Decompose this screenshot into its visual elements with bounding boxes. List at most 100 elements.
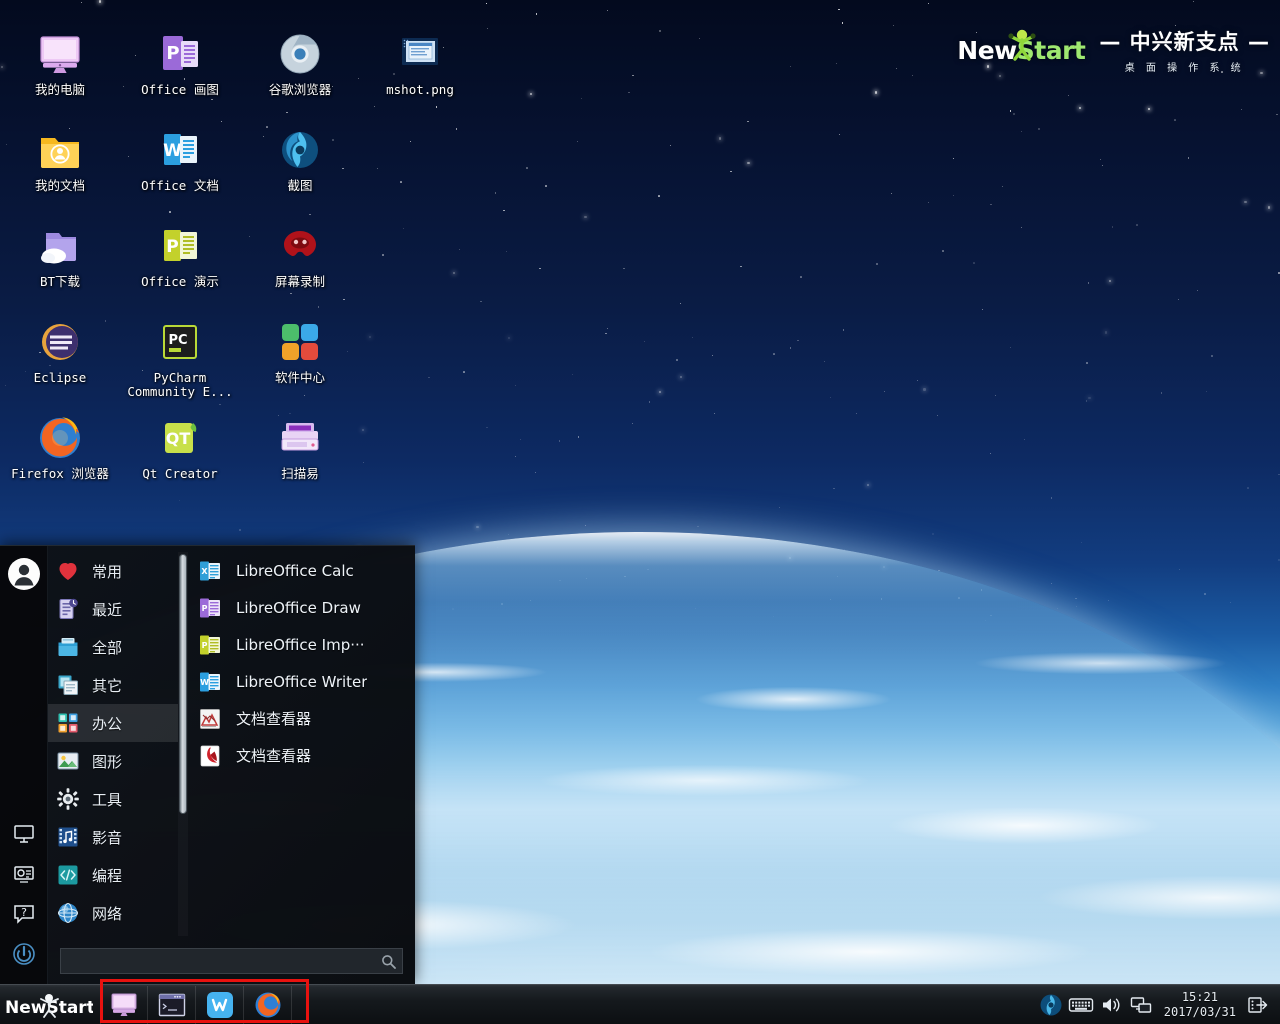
power-icon[interactable]: [6, 936, 42, 972]
app-item-document-viewer[interactable]: 文档查看器: [190, 700, 415, 737]
search-icon[interactable]: [381, 954, 396, 969]
logout-icon[interactable]: [1244, 988, 1272, 1022]
desktop-icon-chrome[interactable]: 谷歌浏览器: [240, 30, 360, 97]
quick-launch-wps[interactable]: [196, 986, 244, 1024]
category-item-other[interactable]: 其它: [48, 666, 178, 704]
star: [459, 249, 460, 250]
desktop-icon-my-computer[interactable]: 我的电脑: [0, 30, 120, 97]
desktop-icon-image-file[interactable]: mshot.png: [360, 30, 480, 97]
quick-launch-terminal[interactable]: [148, 986, 196, 1024]
help-icon[interactable]: ?: [6, 896, 42, 932]
star: [559, 440, 560, 441]
category-item-media[interactable]: 影音: [48, 818, 178, 856]
bt-download-icon: [36, 222, 84, 270]
desktop-icon-office-draw[interactable]: POffice 画图: [120, 30, 240, 97]
svg-text:P: P: [166, 43, 179, 64]
volume-icon[interactable]: [1096, 988, 1126, 1022]
desktop-icon-bt-download[interactable]: BT下载: [0, 222, 120, 289]
star: [1211, 355, 1213, 357]
desktop-icon-scanner[interactable]: 扫描易: [240, 414, 360, 481]
user-avatar-icon[interactable]: [6, 556, 42, 592]
category-item-recent[interactable]: 最近: [48, 590, 178, 628]
desktop-icon-software-center[interactable]: 软件中心: [240, 318, 360, 385]
app-item-pdf-viewer[interactable]: 文档查看器: [190, 737, 415, 774]
my-documents-icon: [36, 126, 84, 174]
desktop-icon-label: PyCharm Community E...: [120, 371, 240, 399]
desktop-icon-label: mshot.png: [360, 83, 480, 97]
star: [836, 63, 837, 64]
network-tray-icon[interactable]: [1126, 988, 1156, 1022]
search-input[interactable]: [69, 954, 381, 968]
desktop-icon-screen-record[interactable]: 屏幕录制: [240, 222, 360, 289]
start-menu[interactable]: ? 常用最近全部其它办公图形工具影音编程网络 XLibreOffice Calc…: [0, 545, 415, 984]
quick-launch-computer[interactable]: [100, 986, 148, 1024]
start-button[interactable]: NewStart: [0, 985, 96, 1024]
star: [876, 263, 878, 265]
star: [577, 141, 578, 142]
star: [773, 353, 775, 355]
office-writer-icon: W: [156, 126, 204, 174]
desktop-icon-eclipse[interactable]: Eclipse: [0, 318, 120, 385]
star: [369, 336, 371, 338]
star: [539, 268, 540, 269]
desktop-icon-qt-creator[interactable]: QTQt Creator: [120, 414, 240, 481]
category-item-heart[interactable]: 常用: [48, 552, 178, 590]
menu-scrollbar[interactable]: [178, 552, 188, 936]
svg-text:W: W: [200, 678, 209, 687]
app-item-libreoffice-calc[interactable]: XLibreOffice Calc: [190, 552, 415, 589]
svg-text:PC: PC: [168, 333, 187, 348]
desktop-icon-my-documents[interactable]: 我的文档: [0, 126, 120, 193]
app-item-libreoffice-impress[interactable]: PLibreOffice Imp···: [190, 626, 415, 663]
office-icon: [56, 711, 80, 735]
screenshot-tray-icon[interactable]: [1036, 988, 1066, 1022]
desktop-icon-screenshot[interactable]: 截图: [240, 126, 360, 193]
category-label: 最近: [92, 599, 122, 620]
start-menu-lists: 常用最近全部其它办公图形工具影音编程网络 XLibreOffice CalcPL…: [48, 546, 415, 944]
star: [797, 340, 799, 342]
category-item-all-apps[interactable]: 全部: [48, 628, 178, 666]
keyboard-icon[interactable]: [1066, 988, 1096, 1022]
scrollbar-thumb[interactable]: [179, 554, 187, 814]
category-item-office[interactable]: 办公: [48, 704, 178, 742]
desktop-icon-office-impress[interactable]: POffice 演示: [120, 222, 240, 289]
settings-display-icon[interactable]: [6, 856, 42, 892]
star: [1102, 165, 1103, 166]
star: [884, 391, 885, 392]
clock-date: 2017/03/31: [1164, 1005, 1236, 1020]
star: [839, 134, 840, 135]
category-label: 编程: [92, 865, 122, 886]
star: [842, 22, 844, 24]
star: [1193, 1, 1194, 2]
star: [453, 272, 455, 274]
app-item-libreoffice-draw[interactable]: PLibreOffice Draw: [190, 589, 415, 626]
category-item-network[interactable]: 网络: [48, 894, 178, 932]
quick-launch-firefox[interactable]: [244, 986, 292, 1024]
star: [838, 9, 840, 11]
star: [1021, 131, 1022, 132]
star: [1088, 397, 1090, 399]
office-draw-icon: P: [156, 30, 204, 78]
app-item-libreoffice-writer[interactable]: W LibreOffice Writer: [190, 663, 415, 700]
search-box[interactable]: [60, 948, 403, 974]
star: [1197, 290, 1198, 291]
screen-record-icon: [276, 222, 324, 270]
desktop-icon-firefox[interactable]: Firefox 浏览器: [0, 414, 120, 481]
taskbar-clock[interactable]: 15:21 2017/03/31: [1156, 990, 1244, 1020]
star: [790, 66, 791, 67]
desktop-icon-office-writer[interactable]: WOffice 文档: [120, 126, 240, 193]
computer-icon[interactable]: [6, 816, 42, 852]
category-item-tools[interactable]: 工具: [48, 780, 178, 818]
star: [917, 380, 918, 381]
screenshot-icon: [276, 126, 324, 174]
star: [486, 3, 487, 4]
star: [932, 533, 934, 535]
star: [239, 529, 241, 531]
star: [304, 395, 305, 396]
category-item-coding[interactable]: 编程: [48, 856, 178, 894]
category-item-graphics[interactable]: 图形: [48, 742, 178, 780]
svg-text:P: P: [202, 641, 208, 650]
desktop-icon-pycharm[interactable]: PC PyCharm Community E...: [120, 318, 240, 399]
star: [676, 359, 678, 361]
star: [680, 376, 682, 378]
app-label: LibreOffice Writer: [236, 673, 367, 691]
